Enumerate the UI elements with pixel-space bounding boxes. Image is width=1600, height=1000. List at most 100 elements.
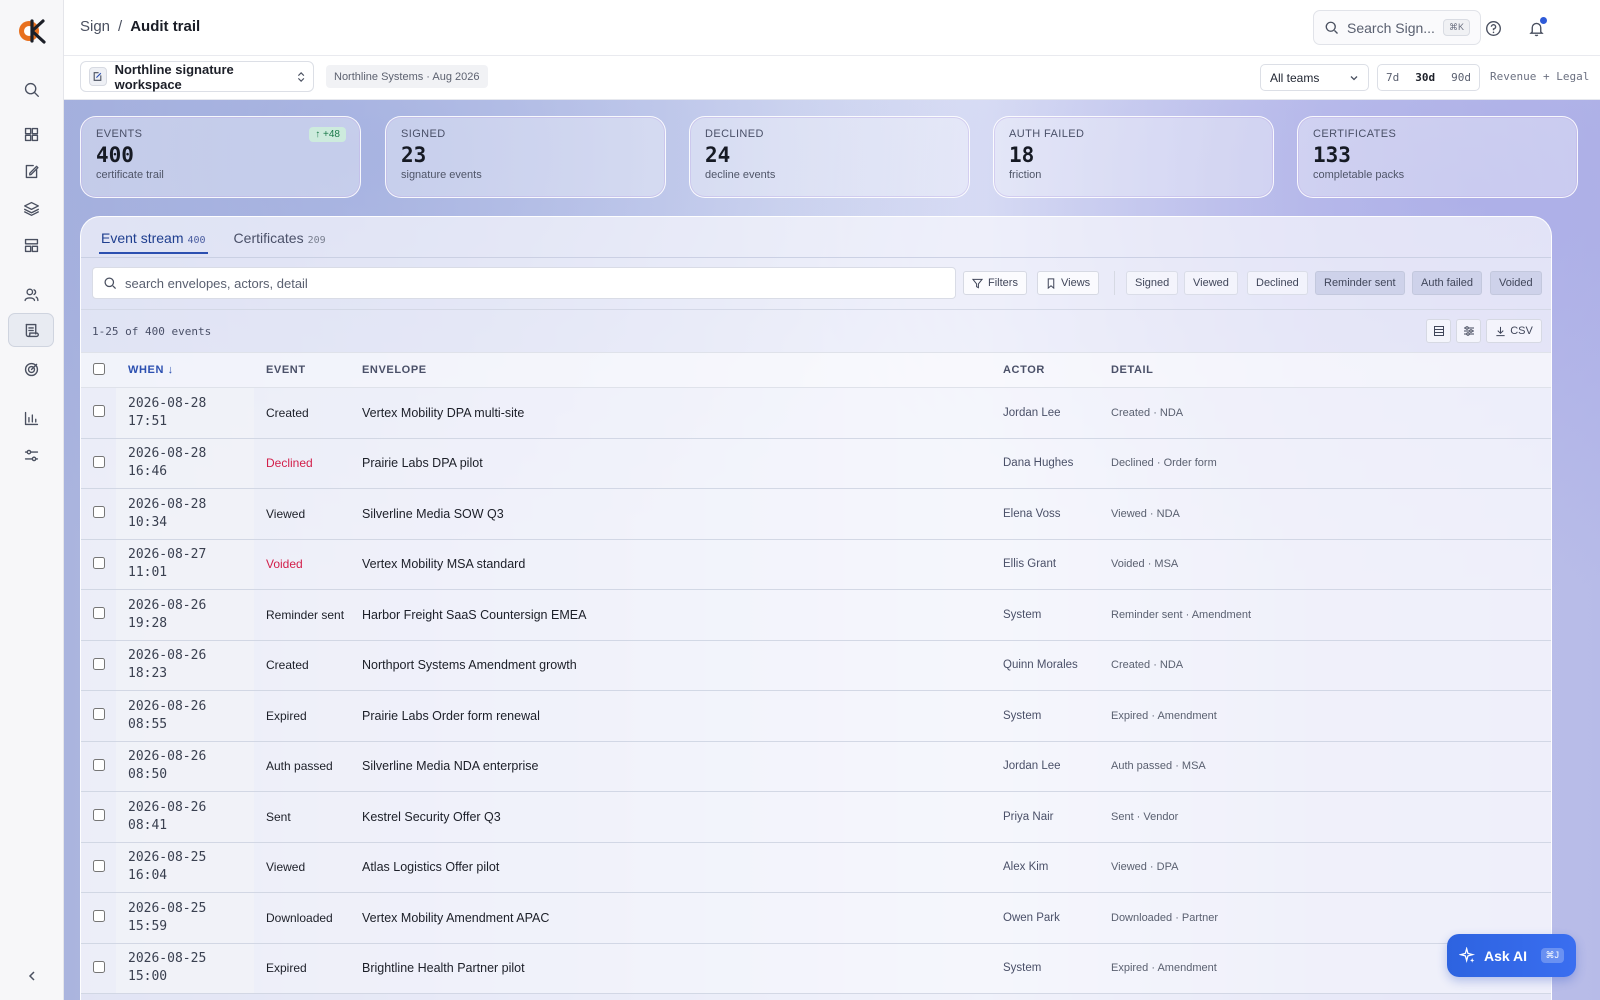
filter-chip-signed[interactable]: Signed: [1126, 271, 1179, 295]
row-checkbox[interactable]: [92, 758, 105, 771]
cell-envelope[interactable]: Brightline Health Partner pilot: [362, 943, 1003, 994]
row-select-cell: [81, 892, 116, 944]
table-row[interactable]: 2026-08-28 10:34 Viewed Silverline Media SO…: [81, 488, 1551, 540]
nav-target[interactable]: [8, 352, 54, 386]
row-checkbox[interactable]: [92, 455, 105, 468]
export-csv-button[interactable]: CSV: [1486, 319, 1542, 343]
nav-reports[interactable]: [8, 401, 54, 435]
cell-envelope[interactable]: Silverline Media NDA enterprise: [362, 741, 1003, 792]
notifications-button[interactable]: [1525, 17, 1547, 39]
table-row[interactable]: 2026-08-25 15:00 Expired Brightline Health …: [81, 943, 1551, 994]
filter-chip-auth-failed[interactable]: Auth failed: [1412, 271, 1482, 295]
help-button[interactable]: [1482, 17, 1504, 39]
cell-date: 2026-08-26: [128, 698, 207, 714]
notification-dot: [1540, 17, 1547, 24]
global-search[interactable]: Search Sign... ⌘K: [1313, 10, 1481, 45]
table-row[interactable]: 2026-08-26 08:41 Sent Kestrel Security Offe…: [81, 791, 1551, 843]
cell-envelope[interactable]: Northport Systems Amendment growth: [362, 640, 1003, 691]
page-title: Audit trail: [130, 18, 201, 35]
stat-label: DECLINED: [705, 128, 764, 140]
cell-envelope[interactable]: Vertex Mobility MSA standard: [362, 539, 1003, 590]
ask-ai-button[interactable]: Ask AI ⌘J: [1447, 934, 1576, 977]
nav-settings[interactable]: [8, 438, 54, 472]
cell-time: 10:34: [128, 514, 168, 530]
workspace-icon: [89, 67, 107, 86]
stat-sub: completable packs: [1313, 169, 1405, 181]
sidebar-collapse-button[interactable]: [22, 966, 42, 986]
stat-label: CERTIFICATES: [1313, 128, 1397, 140]
event-search-input[interactable]: search envelopes, actors, detail: [92, 267, 956, 299]
range-90d[interactable]: 90d: [1443, 65, 1479, 90]
column-actor[interactable]: ACTOR: [1003, 352, 1111, 388]
row-checkbox[interactable]: [92, 859, 105, 872]
tab-certificates[interactable]: Certificates 209: [232, 230, 328, 254]
csv-label: CSV: [1510, 325, 1533, 337]
edit-document-icon: [25, 164, 39, 178]
table-row[interactable]: 2026-08-26 18:23 Created Northport Systems …: [81, 640, 1551, 691]
nav-audit-trail[interactable]: [8, 313, 54, 347]
cell-envelope[interactable]: Prairie Labs Order form renewal: [362, 690, 1003, 742]
workspace-switcher[interactable]: Northline signature workspace: [80, 61, 314, 92]
table-row[interactable]: 2026-08-25 15:59 Downloaded Vertex Mobility…: [81, 892, 1551, 944]
cell-date: 2026-08-27: [128, 547, 207, 563]
row-checkbox[interactable]: [92, 910, 105, 923]
filter-chip-viewed[interactable]: Viewed: [1184, 271, 1238, 295]
row-checkbox[interactable]: [92, 607, 105, 620]
column-when[interactable]: WHEN ↓: [116, 352, 254, 388]
nav-people[interactable]: [8, 277, 54, 311]
cell-envelope[interactable]: Kestrel Security Offer Q3: [362, 791, 1003, 843]
cell-envelope[interactable]: Prairie Labs DPA pilot: [362, 438, 1003, 489]
main-content: EVENTS 400 certificate trail ↑ +48 SIGNE…: [64, 100, 1600, 1000]
row-checkbox[interactable]: [92, 960, 105, 973]
stat-value: 18: [1009, 143, 1035, 167]
filter-chip-voided[interactable]: Voided: [1490, 271, 1542, 295]
row-checkbox[interactable]: [92, 506, 105, 519]
filters-button[interactable]: Filters: [963, 271, 1027, 295]
table-row[interactable]: 2026-08-27 11:01 Voided Vertex Mobility MSA…: [81, 539, 1551, 590]
tab-event-stream[interactable]: Event stream 400: [99, 230, 208, 254]
row-checkbox[interactable]: [92, 556, 105, 569]
column-envelope[interactable]: ENVELOPE: [362, 352, 1003, 388]
table-row[interactable]: 2026-08-26 08:50 Auth passed Silverline Med…: [81, 741, 1551, 792]
cell-envelope[interactable]: Vertex Mobility Amendment APAC: [362, 892, 1003, 944]
columns-button[interactable]: [1456, 319, 1481, 343]
context-bar: Northline signature workspace Northline …: [64, 56, 1600, 100]
row-checkbox[interactable]: [92, 657, 105, 670]
breadcrumb-root[interactable]: Sign: [80, 18, 110, 35]
app-logo[interactable]: [17, 16, 47, 46]
column-detail[interactable]: DETAIL: [1111, 352, 1551, 388]
filter-chip-reminder-sent[interactable]: Reminder sent: [1315, 271, 1405, 295]
team-select[interactable]: All teams: [1260, 64, 1369, 91]
nav-dashboard[interactable]: [8, 117, 54, 151]
nav-sign[interactable]: [8, 154, 54, 188]
nav-templates[interactable]: [8, 228, 54, 262]
cell-detail: Expired · Amendment: [1111, 690, 1551, 742]
table-row[interactable]: 2026-08-25 16:04 Viewed Atlas Logistics Off…: [81, 842, 1551, 893]
row-checkbox[interactable]: [92, 708, 105, 721]
cell-envelope[interactable]: Atlas Logistics Offer pilot: [362, 842, 1003, 893]
nav-layers[interactable]: [8, 191, 54, 225]
select-all-checkbox[interactable]: [92, 362, 105, 375]
range-30d[interactable]: 30d: [1407, 65, 1443, 90]
table-row[interactable]: 2026-08-28 16:46 Declined Prairie Labs DPA …: [81, 438, 1551, 489]
table-row[interactable]: 2026-08-26 19:28 Reminder sent Harbor Freig…: [81, 589, 1551, 641]
filter-chip-declined[interactable]: Declined: [1247, 271, 1308, 295]
cell-actor: Elena Voss: [1003, 488, 1111, 540]
cell-envelope[interactable]: Harbor Freight SaaS Countersign EMEA: [362, 589, 1003, 641]
views-button[interactable]: Views: [1037, 271, 1100, 295]
table-row[interactable]: 2026-08-28 17:51 Created Vertex Mobility DP…: [81, 387, 1551, 439]
layout-icon: [24, 238, 38, 252]
range-7d[interactable]: 7d: [1378, 65, 1407, 90]
event-search-placeholder: search envelopes, actors, detail: [125, 275, 308, 291]
row-checkbox[interactable]: [92, 405, 105, 418]
row-checkbox[interactable]: [92, 809, 105, 822]
cell-event: Expired: [254, 943, 362, 994]
nav-search[interactable]: [8, 72, 54, 106]
table-row[interactable]: 2026-08-26 08:55 Expired Prairie Labs Order…: [81, 690, 1551, 742]
column-event[interactable]: EVENT: [254, 352, 362, 388]
cell-actor: Priya Nair: [1003, 791, 1111, 843]
cell-envelope[interactable]: Vertex Mobility DPA multi-site: [362, 387, 1003, 439]
row-select-cell: [81, 488, 116, 540]
density-button[interactable]: [1426, 319, 1451, 343]
cell-envelope[interactable]: Silverline Media SOW Q3: [362, 488, 1003, 540]
